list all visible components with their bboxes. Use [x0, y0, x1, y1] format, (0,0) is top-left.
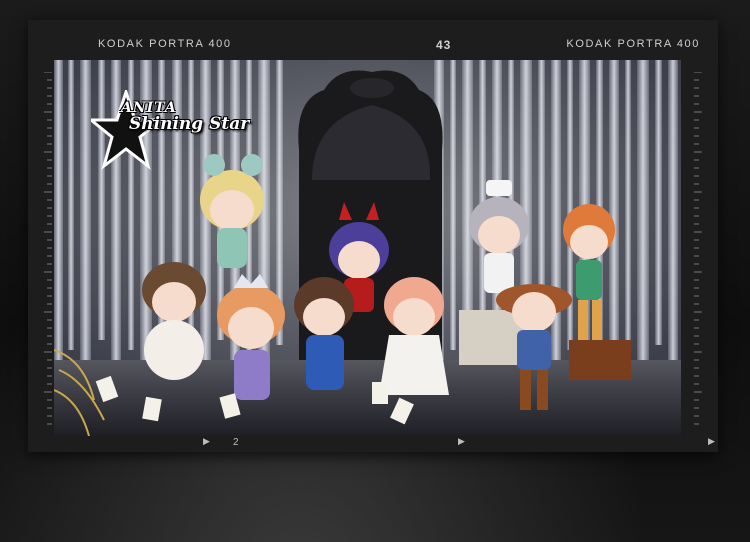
- wooden-pedestal: [569, 340, 631, 380]
- film-edge-label-right: KODAK PORTRA 400: [566, 38, 700, 50]
- film-bottom-edge: ▶ 2 ▶ ▶: [28, 432, 718, 452]
- film-arrow-icon: ▶: [458, 436, 465, 446]
- film-edge-label-left: KODAK PORTRA 400: [98, 38, 232, 50]
- film-arrow-icon: ▶: [708, 436, 715, 446]
- film-arrow-icon: ▶: [203, 436, 210, 446]
- film-frame: KODAK PORTRA 400 43 KODAK PORTRA 400 ANI…: [28, 20, 718, 452]
- logo-line-2: Shining Star: [129, 114, 250, 134]
- film-bottom-mark: 2: [233, 437, 239, 448]
- figure-bride: [379, 277, 449, 395]
- photo: ANITA Shining Star: [54, 60, 681, 436]
- film-scale-right: [694, 72, 702, 425]
- brand-logo: ANITA Shining Star: [91, 90, 281, 170]
- film-frame-number: 43: [436, 38, 452, 52]
- film-scale-left: [44, 72, 52, 425]
